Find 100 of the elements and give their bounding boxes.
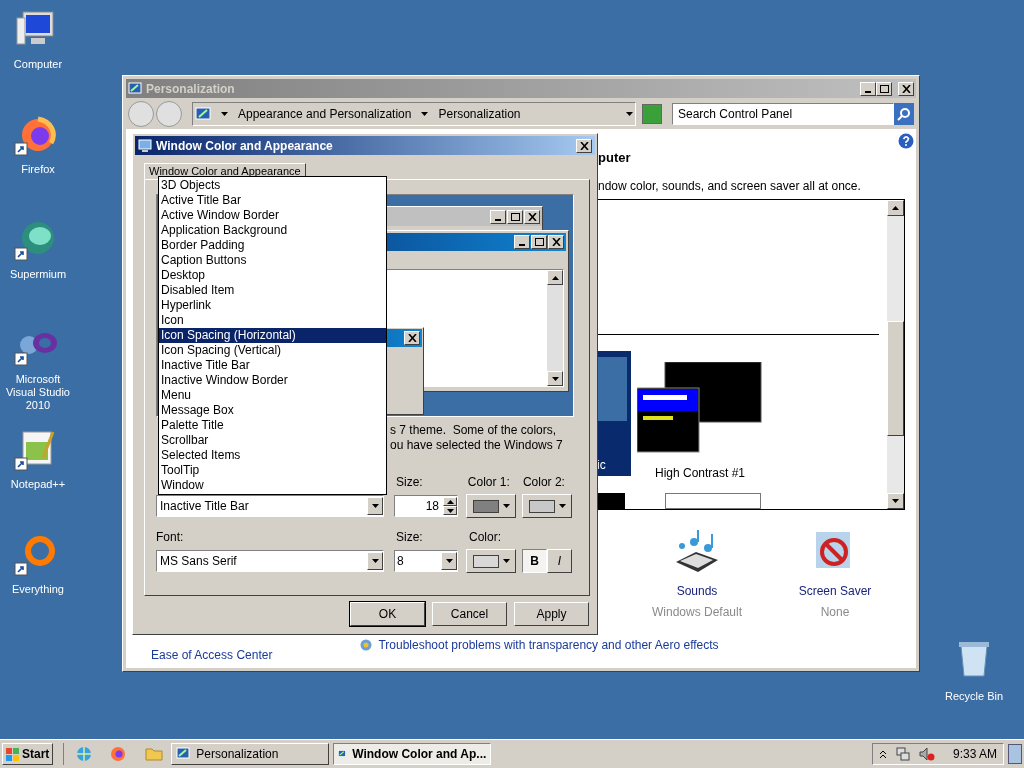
dropdown-option[interactable]: ToolTip [159,463,386,478]
windows-logo-icon [6,747,20,761]
dropdown-option[interactable]: Active Window Border [159,208,386,223]
maximize-icon [879,84,889,93]
volume-muted-icon[interactable] [918,746,935,762]
dialog-button[interactable]: Apply [514,602,589,626]
breadcrumb-item[interactable]: Appearance and Personalization [238,104,412,123]
close-icon [579,141,589,150]
close-icon [407,334,417,342]
dropdown-option[interactable]: Inactive Window Border [159,373,386,388]
field-label: Font: [156,529,185,546]
taskbar-button[interactable]: Personalization [171,743,330,765]
scroll-thumb[interactable] [887,320,904,436]
font-dropdown[interactable]: MS Sans Serif [156,550,384,572]
dropdown-option[interactable]: Icon [159,313,386,328]
help-icon[interactable] [898,133,914,149]
desktop-icon-label[interactable]: Recycle Bin [944,688,1004,705]
close-button[interactable] [576,138,592,153]
theme-label: ic [597,456,607,474]
desktop-icon-label[interactable]: Firefox [0,163,76,176]
chevron-up-icon[interactable] [878,749,887,759]
maximize-button[interactable] [531,235,547,249]
close-button[interactable] [524,209,540,224]
color-picker-button[interactable] [522,494,572,518]
theme-thumbnail[interactable] [665,492,761,509]
dropdown-option[interactable]: Active Title Bar [159,193,386,208]
search-field[interactable]: Search Control Panel [672,102,894,125]
setting-link[interactable]: Sounds [676,581,718,600]
dropdown-option[interactable]: Caption Buttons [159,253,386,268]
dialog-button[interactable]: OK [350,602,425,626]
window-icon [176,747,191,761]
bold-button[interactable]: B [522,549,547,573]
desktop-icon-label[interactable]: Notepad++ [0,478,76,491]
minimize-button[interactable] [860,81,876,96]
scrollbar[interactable] [887,199,904,509]
taskbar-button[interactable]: Window Color and Ap... [333,743,492,765]
dropdown-option[interactable]: Disabled Item [159,283,386,298]
dropdown-option[interactable]: Menu [159,388,386,403]
dropdown-arrow-icon [371,504,379,508]
close-icon [551,238,561,246]
item-dropdown[interactable]: Inactive Title Bar [156,495,384,517]
dropdown-option[interactable]: Window [159,478,386,493]
maximize-icon [534,238,544,246]
field-label: Color 2: [522,474,566,491]
maximize-button[interactable] [876,81,892,96]
dropdown-option[interactable]: Hyperlink [159,298,386,313]
dropdown-arrow-icon [421,111,429,116]
breadcrumb-item[interactable]: Personalization [438,104,616,123]
desktop-icon-label[interactable]: Computer [0,58,76,71]
color-picker-button[interactable] [466,549,516,573]
desktop-icon-label[interactable]: Supermium [0,268,76,281]
desktop-icon-label[interactable]: Everything [0,583,76,596]
setting-value: None [820,603,850,621]
note-text: s 7 theme. Some of the colors, [390,423,558,438]
up-arrow-icon [446,499,454,504]
dropdown-option[interactable]: Scrollbar [159,433,386,448]
search-button[interactable] [894,102,914,125]
field-label: Color: [469,529,501,546]
dropdown-option[interactable]: Palette Title [159,418,386,433]
shield-icon [360,638,373,651]
theme-thumbnail[interactable]: ic [597,350,631,476]
close-button[interactable] [404,331,420,345]
theme-thumbnail[interactable] [597,492,625,509]
dropdown-option[interactable]: 3D Objects [159,178,386,193]
show-desktop-button[interactable] [1008,744,1022,764]
dropdown-option[interactable]: Border Padding [159,238,386,253]
troubleshoot-link[interactable]: Troubleshoot problems with transparency and other Aero effects [378,635,719,654]
dropdown-option[interactable]: Application Background [159,223,386,238]
minimize-button[interactable] [490,209,506,224]
close-icon [901,84,911,93]
field-label: Size: [396,529,424,546]
dropdown-option[interactable]: Icon Spacing (Vertical) [159,343,386,358]
scroll-up-button[interactable] [887,199,904,216]
setting-link[interactable]: Screen Saver [798,581,872,600]
size-spinner[interactable]: 18 [394,495,458,517]
dialog-button[interactable]: Cancel [432,602,507,626]
firefox-icon[interactable] [109,745,128,763]
dropdown-option[interactable]: Icon Spacing (Horizontal) [159,328,386,343]
maximize-button[interactable] [507,209,523,224]
italic-button[interactable]: I [547,549,572,573]
desktop-icon-label[interactable]: Microsoft Visual Studio 2010 [0,373,76,412]
font-size-dropdown[interactable]: 8 [394,550,458,572]
minimize-button[interactable] [514,235,530,249]
start-button[interactable]: Start [2,743,54,765]
see-also-link[interactable]: Ease of Access Center [151,645,273,664]
dropdown-option[interactable]: Message Box [159,403,386,418]
dropdown-option[interactable]: Desktop [159,268,386,283]
dropdown-option[interactable]: Inactive Title Bar [159,358,386,373]
close-button[interactable] [898,81,914,96]
scroll-down-button[interactable] [887,492,904,509]
theme-thumbnail[interactable] [637,361,763,454]
refresh-button[interactable] [642,103,662,124]
section-description: ndow color, sounds, and screen saver all at once. [598,177,862,195]
close-button[interactable] [548,235,564,249]
down-arrow-icon [551,376,559,381]
color-picker-button[interactable] [466,494,516,518]
clock[interactable]: 9:33 AM [952,745,997,763]
field-label: Size: [396,474,424,491]
network-icon[interactable] [894,746,911,762]
dropdown-option[interactable]: Selected Items [159,448,386,463]
